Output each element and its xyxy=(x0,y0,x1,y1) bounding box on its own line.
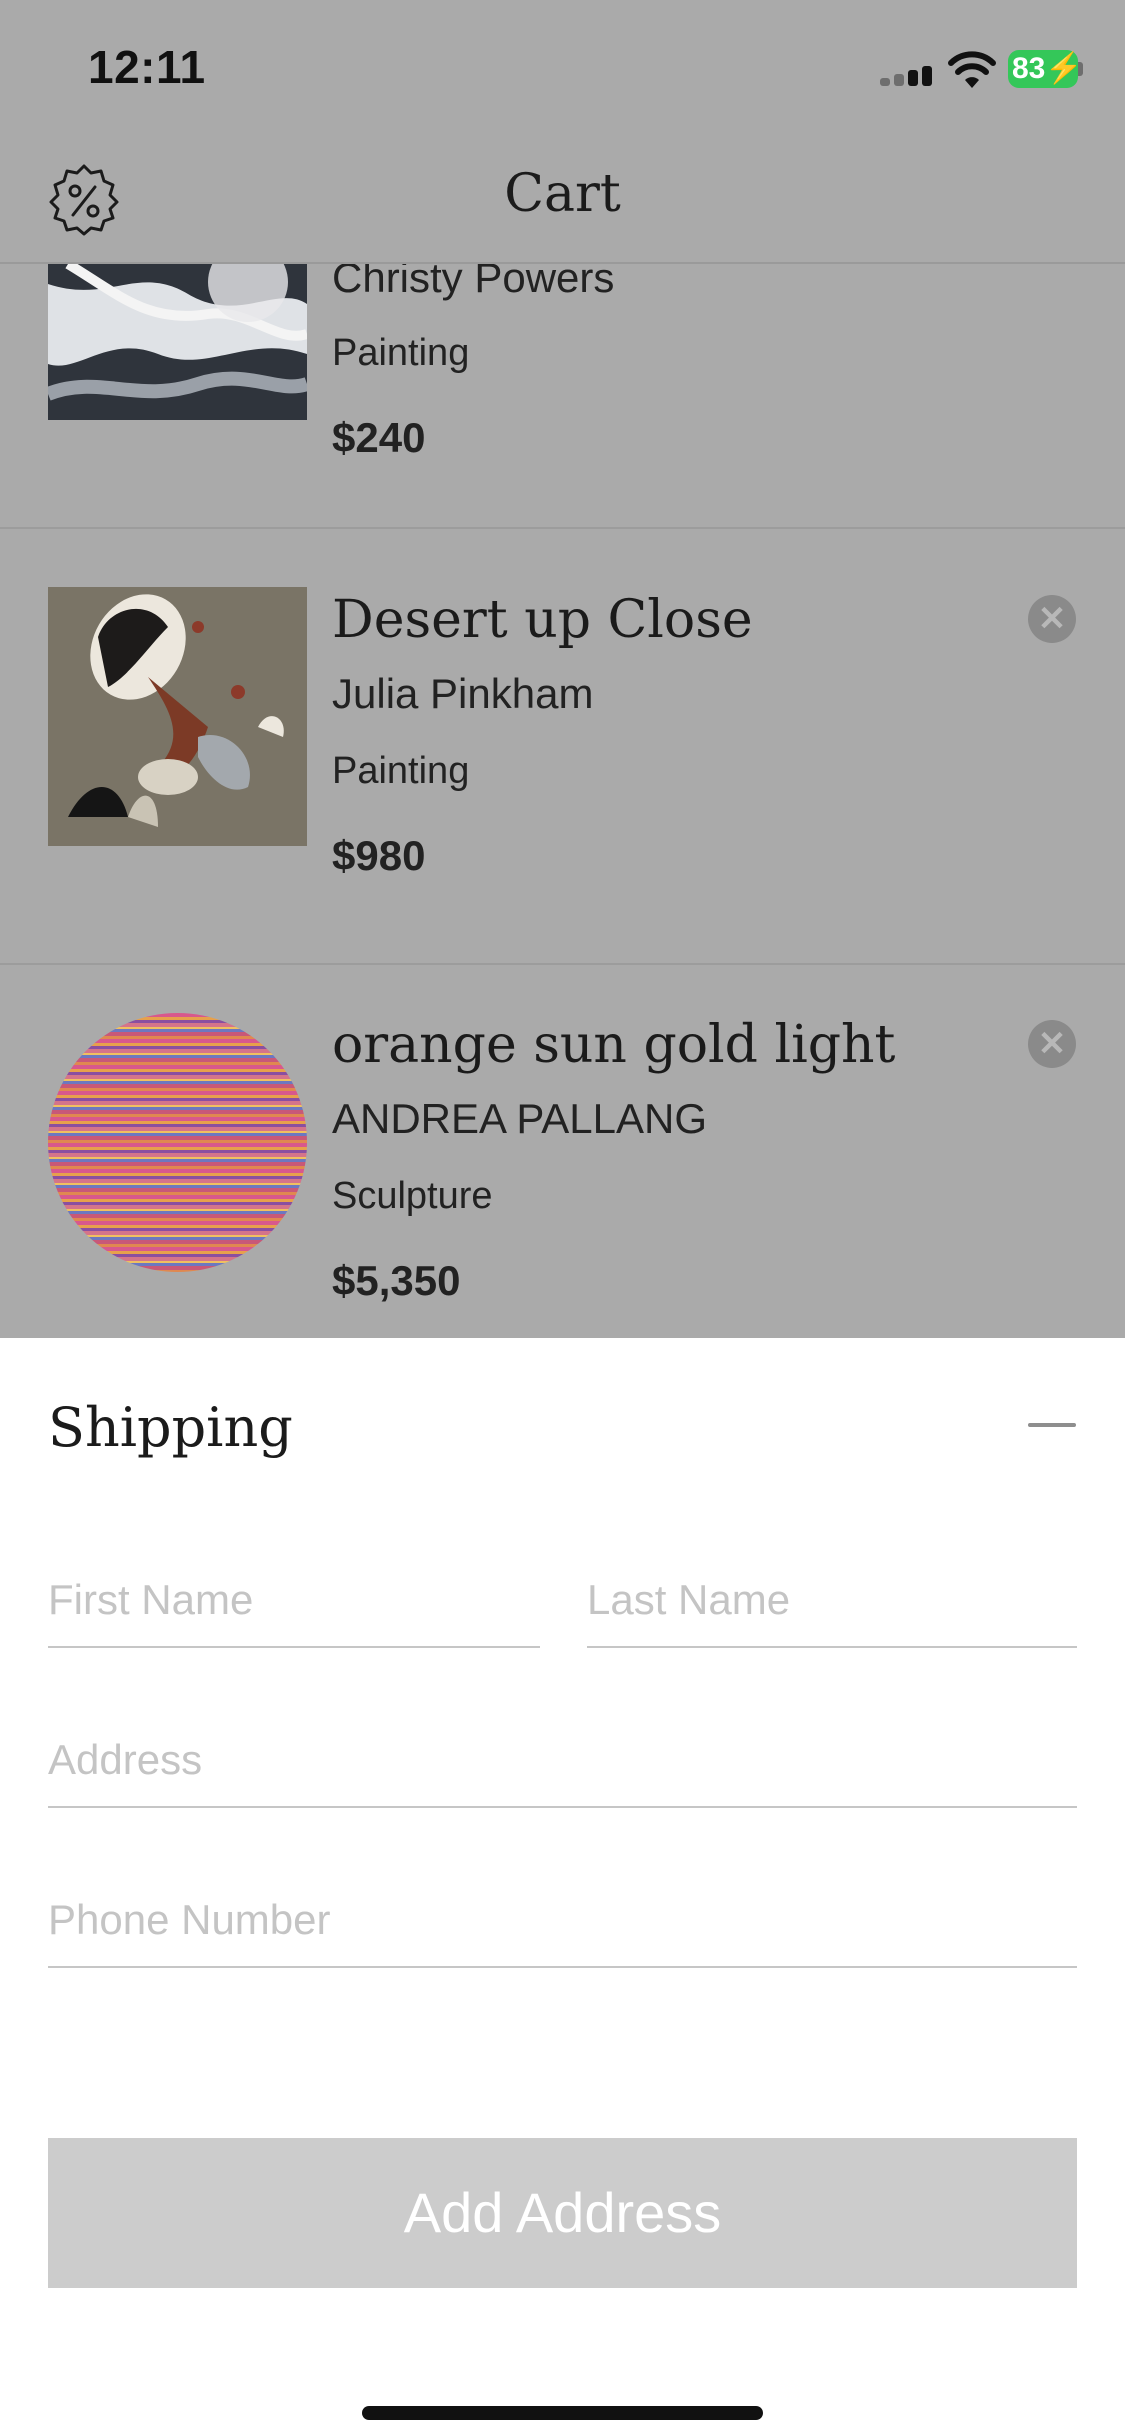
artist-name: Julia Pinkham xyxy=(332,670,594,717)
cellular-signal-icon xyxy=(880,64,934,86)
phone-input[interactable] xyxy=(48,1896,1077,1944)
address-input[interactable] xyxy=(48,1736,1077,1784)
cart-screen: 12:11 83⚡ Cart Christy Powers Painting $… xyxy=(0,0,1125,1338)
first-name-field xyxy=(48,1548,540,1648)
artist-name: ANDREA PALLANG xyxy=(332,1095,708,1142)
page-title: Cart xyxy=(504,164,621,224)
artwork-price: $240 xyxy=(332,414,426,461)
collapse-sheet-button[interactable] xyxy=(1028,1423,1076,1427)
last-name-input[interactable] xyxy=(587,1576,1077,1624)
remove-item-button[interactable]: ✕ xyxy=(1028,1020,1076,1068)
battery-level: 83 xyxy=(1012,52,1046,85)
first-name-input[interactable] xyxy=(48,1576,540,1624)
battery-cap xyxy=(1078,62,1083,76)
artwork-thumbnail xyxy=(48,264,307,420)
artwork-category: Painting xyxy=(332,750,470,792)
abstract-painting-image xyxy=(48,587,307,846)
last-name-field xyxy=(587,1548,1077,1648)
wifi-icon xyxy=(948,51,996,88)
artwork-title: Desert up Close xyxy=(332,590,753,650)
close-icon: ✕ xyxy=(1037,600,1067,638)
shipping-sheet: Shipping Add Address xyxy=(0,1338,1125,2436)
status-time: 12:11 xyxy=(88,41,206,93)
artwork-title: orange sun gold light xyxy=(332,1015,896,1075)
artwork-price: $5,350 xyxy=(332,1257,461,1304)
add-address-button[interactable]: Add Address xyxy=(48,2138,1077,2288)
remove-item-button[interactable]: ✕ xyxy=(1028,595,1076,643)
cart-item[interactable]: orange sun gold light ANDREA PALLANG Scu… xyxy=(0,965,1125,1338)
nav-bar: Cart xyxy=(0,132,1125,264)
home-indicator[interactable] xyxy=(362,2406,763,2420)
artwork-thumbnail xyxy=(48,1013,307,1272)
artwork-price: $980 xyxy=(332,832,426,879)
cart-item[interactable]: Desert up Close Julia Pinkham Painting $… xyxy=(0,540,1125,965)
battery-icon: 83⚡ xyxy=(1008,50,1083,88)
phone-field xyxy=(48,1868,1077,1968)
artwork-thumbnail xyxy=(48,587,307,846)
artwork-category: Painting xyxy=(332,332,470,374)
artwork-category: Sculpture xyxy=(332,1175,493,1217)
close-icon: ✕ xyxy=(1037,1025,1067,1063)
address-field xyxy=(48,1708,1077,1808)
abstract-painting-image xyxy=(48,264,307,420)
shipping-title: Shipping xyxy=(48,1396,293,1459)
